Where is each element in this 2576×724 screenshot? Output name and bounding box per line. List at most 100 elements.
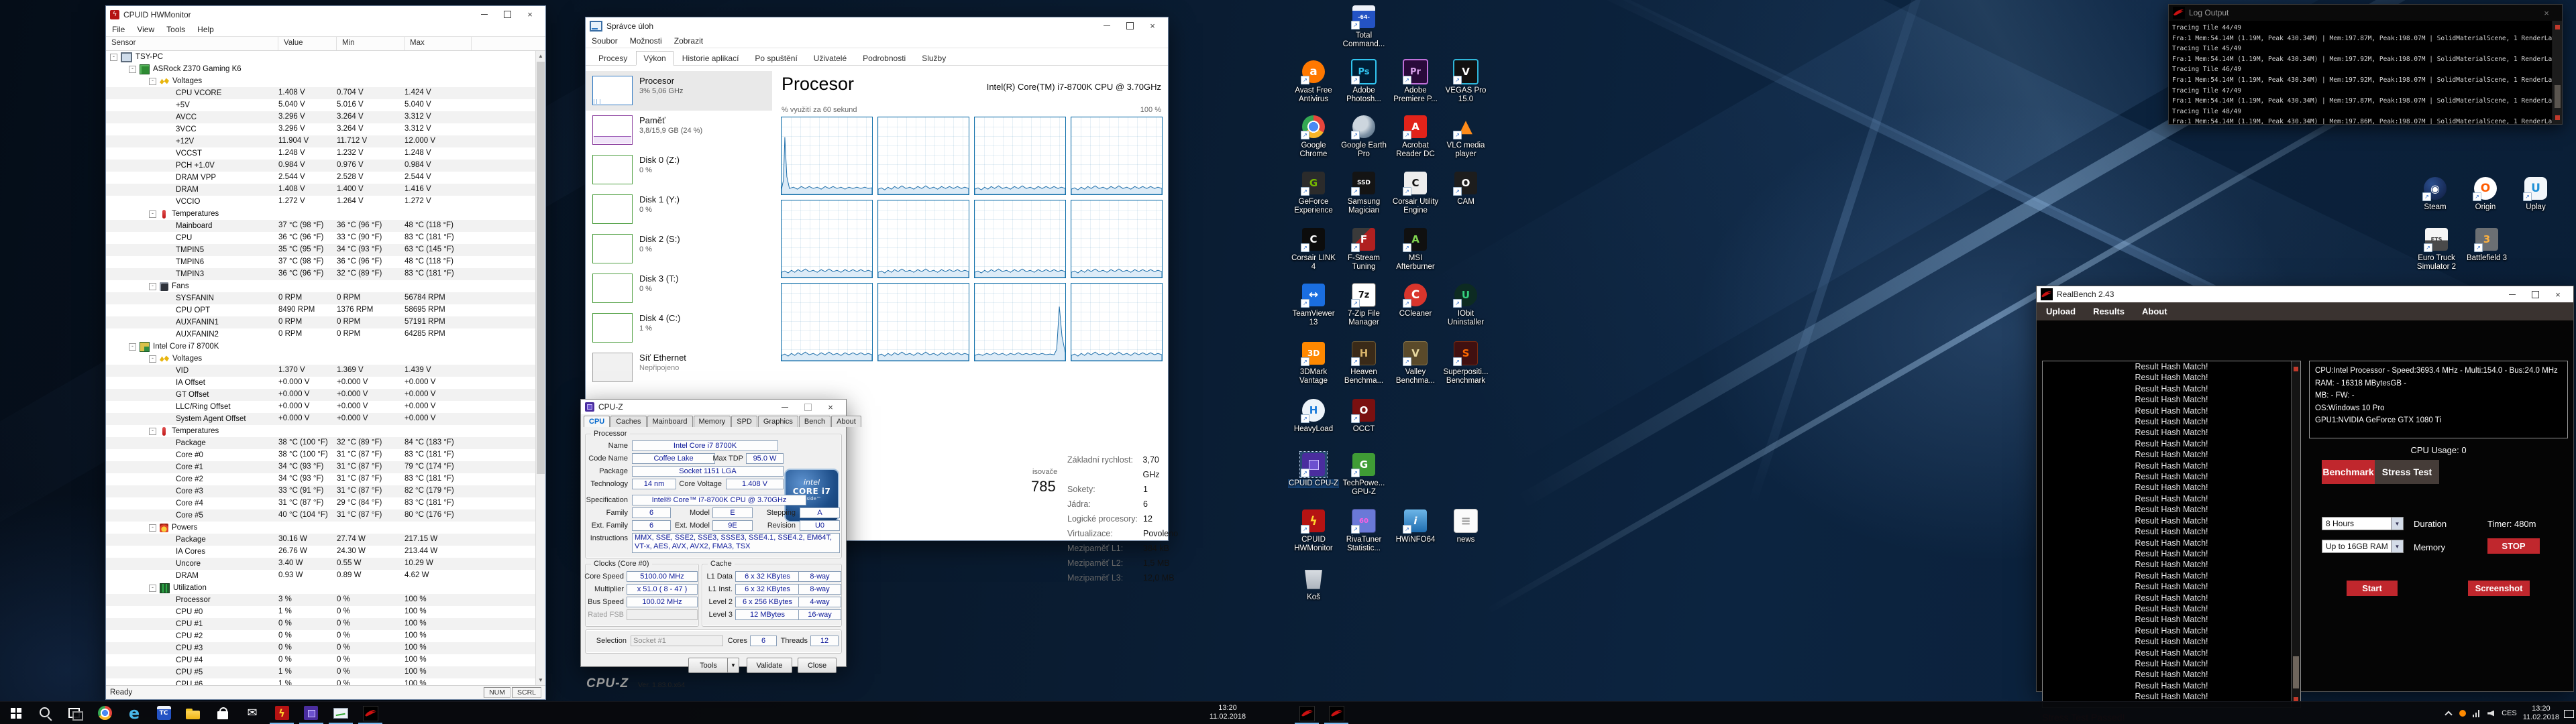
sensor-row[interactable]: IA Cores 26.76 W 24.30 W 213.44 W [106, 546, 545, 558]
tree-expander[interactable]: - [149, 427, 156, 435]
taskbar-icon[interactable] [60, 702, 90, 724]
menu-item[interactable]: Results [2093, 306, 2125, 316]
tools-dropdown-icon[interactable]: ▼ [727, 658, 739, 673]
sensor-row[interactable]: Package 30.16 W 27.74 W 217.15 W [106, 534, 545, 546]
tray-chevron-icon[interactable] [2444, 708, 2453, 719]
sensor-row[interactable]: - Temperatures [106, 208, 545, 220]
menu-item[interactable]: Možnosti [624, 35, 668, 47]
tab-stress-test[interactable]: Stress Test [2375, 460, 2439, 484]
sensor-row[interactable]: +5V 5.040 V 5.016 V 5.040 V [106, 99, 545, 111]
desktop-icon[interactable]: a ↗ Avast Free Antivirus [1288, 59, 1339, 104]
sensor-row[interactable]: VCCST 1.248 V 1.232 V 1.248 V [106, 147, 545, 160]
sensor-row[interactable]: LLC/Ring Offset +0.000 V +0.000 V +0.000… [106, 401, 545, 413]
hwmonitor-column-header[interactable]: Sensor Value Min Max [106, 37, 545, 51]
sensor-row[interactable]: - Temperatures [106, 425, 545, 437]
sensor-row[interactable]: Mainboard 37 °C (98 °F) 36 °C (96 °F) 48… [106, 220, 545, 232]
sensor-row[interactable]: TMPIN3 36 °C (96 °F) 32 °C (89 °F) 83 °C… [106, 268, 545, 280]
tree-expander[interactable]: - [149, 524, 156, 532]
tools-button[interactable]: Tools [688, 658, 729, 673]
maximize-button[interactable] [496, 6, 519, 23]
sensor-row[interactable]: +12V 11.904 V 11.712 V 12.000 V [106, 135, 545, 147]
sensor-row[interactable]: DRAM 0.93 W 0.89 W 4.62 W [106, 570, 545, 582]
desktop-icon[interactable]: O ↗ CAM [1440, 170, 1491, 206]
desktop-icon[interactable]: ↔ ↗ TeamViewer 13 [1288, 282, 1339, 327]
cpu-core-graph[interactable] [1071, 117, 1163, 195]
taskbar-icon[interactable] [267, 702, 297, 724]
desktop-icon[interactable]: S ↗ Superpositi... Benchmark [1440, 341, 1491, 385]
desktop-icon[interactable]: ↗ Google Earth Pro [1338, 114, 1389, 159]
sensor-row[interactable]: Core #0 38 °C (100 °F) 31 °C (87 °F) 83 … [106, 449, 545, 461]
sensor-row[interactable]: AVCC 3.296 V 3.264 V 3.312 V [106, 111, 545, 123]
desktop-icon[interactable]: ↗ Koš [1288, 566, 1339, 602]
desktop-icon[interactable]: i ↗ HWiNFO64 [1390, 508, 1441, 544]
tree-expander[interactable]: - [149, 210, 156, 218]
desktop-icon[interactable]: 60 ↗ RivaTuner Statistic... [1338, 508, 1389, 553]
sensor-row[interactable]: CPU 36 °C (96 °F) 33 °C (90 °F) 83 °C (1… [106, 232, 545, 244]
sensor-row[interactable]: TMPIN6 37 °C (98 °F) 36 °C (96 °F) 48 °C… [106, 256, 545, 268]
menu-item[interactable]: Help [191, 23, 220, 36]
cpuz-tab[interactable]: Caches [610, 416, 647, 427]
taskbar-icon[interactable] [326, 702, 356, 724]
cpu-core-graph[interactable] [1071, 200, 1163, 278]
taskbar-icon[interactable] [149, 702, 178, 724]
sidebar-performance-item[interactable]: Disk 3 (T:) 0 % [586, 269, 772, 308]
desktop-icon[interactable]: ▲ ↗ VLC media player [1440, 114, 1491, 159]
sidebar-performance-item[interactable]: Disk 1 (Y:) 0 % [586, 190, 772, 229]
log-scrollbar[interactable] [2553, 21, 2562, 124]
desktop-icon[interactable]: O ↗ OCCT [1338, 398, 1389, 434]
sensor-row[interactable]: - TSY-PC [106, 51, 545, 63]
close-cpuz-button[interactable]: Close [798, 658, 837, 673]
sensor-row[interactable]: CPU #1 0 % 0 % 100 % [106, 618, 545, 630]
close-button[interactable]: × [519, 6, 541, 23]
stop-button[interactable]: STOP [2487, 538, 2540, 554]
sensor-row[interactable]: CPU #5 1 % 0 % 100 % [106, 666, 545, 678]
secondary-clock[interactable]: 13:20 11.02.2018 [1195, 704, 1260, 721]
results-scrollbar[interactable] [2291, 361, 2300, 707]
taskbar-icon[interactable] [178, 702, 208, 724]
close-button[interactable]: × [2546, 286, 2569, 302]
close-button[interactable]: × [2535, 5, 2558, 21]
desktop-icon[interactable]: G ↗ TechPowe... GPU-Z [1338, 452, 1389, 497]
realbench-titlebar[interactable]: RealBench 2.43 × [2037, 286, 2573, 302]
taskbar-icon[interactable] [1, 702, 31, 724]
sidebar-performance-item[interactable]: Síť Ethernet Nepřipojeno [586, 348, 772, 387]
sensor-row[interactable]: - ASRock Z370 Gaming K6 [106, 63, 545, 75]
tree-expander[interactable]: - [149, 77, 156, 85]
sensor-row[interactable]: CPU #4 0 % 0 % 100 % [106, 654, 545, 666]
close-button[interactable]: × [819, 400, 842, 414]
task-manager-tab[interactable]: Uživatelé [806, 51, 854, 65]
sensor-row[interactable]: - Voltages [106, 353, 545, 365]
desktop-icon[interactable]: A ↗ Acrobat Reader DC [1390, 114, 1441, 159]
desktop-icon[interactable]: 7z ↗ 7-Zip File Manager [1338, 282, 1389, 327]
scrollbar-thumb[interactable] [2293, 656, 2299, 688]
minimize-button[interactable] [473, 6, 496, 23]
sensor-row[interactable]: Core #2 34 °C (93 °F) 31 °C (87 °F) 83 °… [106, 473, 545, 485]
menu-item[interactable]: Zobrazit [668, 35, 709, 47]
sensor-row[interactable]: Processor 3 % 0 % 100 % [106, 594, 545, 606]
scrollbar-thumb[interactable] [2555, 85, 2561, 108]
menu-item[interactable]: View [131, 23, 160, 36]
desktop-icon[interactable]: ◉ ↗ Steam [2410, 176, 2461, 212]
cpu-core-graph[interactable] [877, 117, 969, 195]
minimize-button[interactable] [1095, 17, 1118, 34]
desktop-icon[interactable]: ↗ CPUID CPU-Z [1288, 451, 1339, 488]
sensor-row[interactable]: TMPIN5 35 °C (95 °F) 34 °C (93 °F) 63 °C… [106, 244, 545, 256]
sensor-row[interactable]: AUXFANIN1 0 RPM 0 RPM 57191 RPM [106, 316, 545, 328]
tree-expander[interactable]: - [149, 282, 156, 290]
menu-item[interactable]: Soubor [586, 35, 624, 47]
memory-select[interactable]: Up to 16GB RAM ▼ [2322, 540, 2404, 553]
sensor-row[interactable]: - Utilization [106, 582, 545, 594]
cpu-core-graph[interactable] [877, 283, 969, 361]
scroll-down-icon[interactable]: ▼ [536, 675, 545, 685]
sensor-row[interactable]: CPU OPT 8490 RPM 1376 RPM 58695 RPM [106, 304, 545, 316]
desktop-icon[interactable]: Pr ↗ Adobe Premiere P... [1390, 59, 1441, 104]
desktop-icon[interactable]: C ↗ Corsair Utility Engine [1390, 170, 1441, 215]
taskbar-icon[interactable] [1322, 702, 1351, 724]
sensor-row[interactable]: PCH +1.0V 0.984 V 0.976 V 0.984 V [106, 160, 545, 172]
results-list[interactable]: Result Hash Match! Result Hash Match! Re… [2042, 361, 2301, 708]
cpu-core-graph[interactable] [1071, 283, 1163, 361]
cpu-core-graph[interactable] [781, 283, 873, 361]
sensor-row[interactable]: Package 38 °C (100 °F) 32 °C (89 °F) 84 … [106, 437, 545, 449]
tray-antivirus-icon[interactable] [2458, 708, 2467, 719]
sensor-row[interactable]: Core #4 31 °C (87 °F) 29 °C (84 °F) 83 °… [106, 497, 545, 509]
